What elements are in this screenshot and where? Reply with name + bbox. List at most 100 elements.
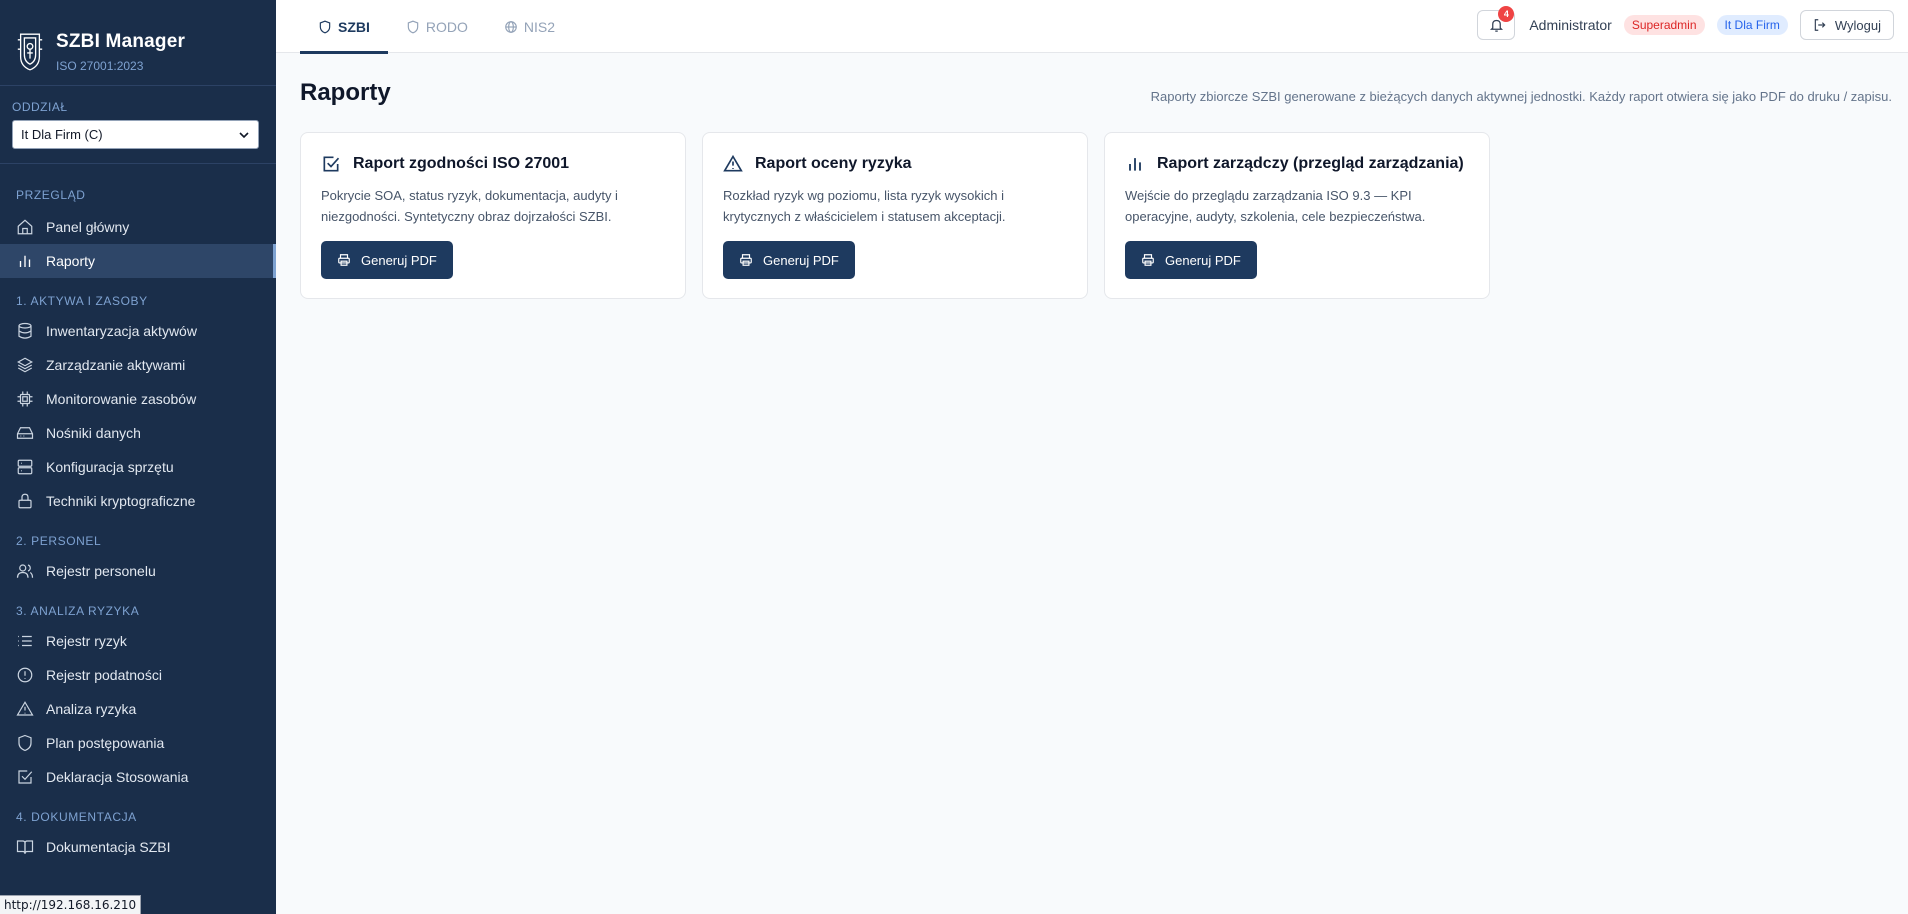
report-card-management: Raport zarządczy (przegląd zarządzania) … [1104,132,1490,299]
sidebar-item-label: Raporty [46,253,96,269]
tab-szbi[interactable]: SZBI [300,0,388,54]
sidebar-item-panel[interactable]: Panel główny [0,210,276,244]
page-title: Raporty [300,79,391,106]
sidebar-item-soa[interactable]: Deklaracja Stosowania [0,760,276,794]
card-description: Rozkład ryzyk wg poziomu, lista ryzyk wy… [723,188,1006,224]
layers-icon [16,356,34,374]
generate-pdf-button[interactable]: Generuj PDF [321,241,453,279]
brand-title: SZBI Manager [56,30,186,52]
button-label: Generuj PDF [1165,252,1241,268]
sidebar-item-label: Zarządzanie aktywami [46,357,186,373]
printer-icon [1142,254,1154,266]
crest-logo-icon [14,29,46,75]
sidebar-item-hardware[interactable]: Konfiguracja sprzętu [0,450,276,484]
page-description: Raporty zbiorcze SZBI generowane z bieżą… [1150,89,1892,104]
cpu-icon [16,390,34,408]
sidebar-item-label: Rejestr podatności [46,667,162,683]
branch-label: ODDZIAŁ [12,100,68,114]
bar-chart-icon [1129,158,1141,171]
sidebar-item-risk-analysis[interactable]: Analiza ryzyka [0,692,276,726]
logout-button[interactable]: Wyloguj [1799,10,1894,40]
notifications-button[interactable]: 4 [1477,6,1516,40]
status-bar-url: http://192.168.16.210 [0,895,142,914]
chevron-down-icon [239,131,249,138]
tab-label: NIS2 [523,18,556,35]
card-header: Raport zarządczy (przegląd zarządzania) [1125,153,1469,175]
sidebar-item-vulnerabilities[interactable]: Rejestr podatności [0,658,276,692]
report-card-compliance: Raport zgodności ISO 27001 Pokrycie SOA,… [300,132,686,299]
home-icon [16,218,34,236]
button-label: Generuj PDF [763,252,839,268]
notification-count-badge: 4 [1498,6,1515,22]
sidebar-item-treatment-plan[interactable]: Plan postępowania [0,726,276,760]
sidebar-item-label: Techniki kryptograficzne [46,493,196,509]
topbar: SZBI RODO NIS2 4 Administrator Superadmi… [276,0,1908,54]
sidebar-item-label: Konfiguracja sprzętu [46,459,174,475]
nav-section-title: 2. PERSONEL [16,534,102,548]
sidebar-item-inventory[interactable]: Inwentaryzacja aktywów [0,314,276,348]
book-open-icon [16,838,34,856]
alert-triangle-icon [16,700,34,718]
sidebar-item-label: Dokumentacja SZBI [46,839,171,855]
branch-select-value: It Dla Firm (C) [21,127,103,142]
main-content: Raporty Raporty zbiorcze SZBI generowane… [276,53,1908,914]
sidebar-item-label: Nośniki danych [46,425,141,441]
tab-rodo[interactable]: RODO [388,0,486,53]
sidebar-item-label: Analiza ryzyka [46,701,137,717]
brand[interactable]: SZBI Manager ISO 27001:2023 [0,0,276,86]
card-description: Wejście do przeglądu zarządzania ISO 9.3… [1125,188,1426,224]
sidebar-item-crypto[interactable]: Techniki kryptograficzne [0,484,276,518]
bar-chart-icon [16,252,34,270]
sidebar-nav: PRZEGLĄD Panel główny Raporty 1. AKTYWA … [0,164,276,864]
sidebar-item-personnel[interactable]: Rejestr personelu [0,554,276,588]
database-icon [16,322,34,340]
alert-triangle-icon [723,154,743,172]
sidebar-item-risk-register[interactable]: Rejestr ryzyk [0,624,276,658]
sidebar-item-label: Monitorowanie zasobów [46,391,197,407]
shield-icon [407,20,419,33]
list-icon [16,632,34,650]
sidebar-item-monitoring[interactable]: Monitorowanie zasobów [0,382,276,416]
sidebar-item-documentation[interactable]: Dokumentacja SZBI [0,830,276,864]
sidebar-item-label: Plan postępowania [46,735,165,751]
shield-icon [319,20,331,33]
generate-pdf-button[interactable]: Generuj PDF [1125,241,1257,279]
branch-selector: ODDZIAŁ It Dla Firm (C) [0,86,276,164]
org-badge: It Dla Firm [1716,15,1788,35]
users-icon [16,562,34,580]
alert-circle-icon [16,666,34,684]
sidebar-item-label: Inwentaryzacja aktywów [46,323,197,339]
card-title: Raport oceny ryzyka [755,155,912,172]
server-icon [16,458,34,476]
card-header: Raport oceny ryzyka [723,153,1067,175]
sidebar-item-label: Deklaracja Stosowania [46,769,189,785]
nav-section-title: 1. AKTYWA I ZASOBY [16,294,148,308]
generate-pdf-button[interactable]: Generuj PDF [723,241,855,279]
printer-icon [338,254,350,266]
user-area: 4 Administrator Superadmin It Dla Firm W… [1477,6,1894,40]
button-label: Generuj PDF [361,252,437,268]
tab-label: SZBI [338,18,370,35]
printer-icon [740,254,752,266]
card-title: Raport zarządczy (przegląd zarządzania) [1157,155,1464,172]
sidebar-item-asset-management[interactable]: Zarządzanie aktywami [0,348,276,382]
nav-section-title: PRZEGLĄD [16,188,86,202]
tab-nis2[interactable]: NIS2 [486,0,573,53]
sidebar: SZBI Manager ISO 27001:2023 ODDZIAŁ It D… [0,0,276,914]
report-cards: Raport zgodności ISO 27001 Pokrycie SOA,… [300,132,1506,299]
sidebar-item-label: Panel główny [46,219,130,235]
log-out-icon [1814,19,1826,31]
hard-drive-icon [16,424,34,442]
card-header: Raport zgodności ISO 27001 [321,153,665,175]
sidebar-item-media[interactable]: Nośniki danych [0,416,276,450]
card-title: Raport zgodności ISO 27001 [353,155,570,172]
module-tabs: SZBI RODO NIS2 [300,0,573,54]
user-name: Administrator [1529,17,1612,33]
brand-subtitle: ISO 27001:2023 [56,58,144,73]
nav-section-title: 3. ANALIZA RYZYKA [16,604,140,618]
branch-select[interactable]: It Dla Firm (C) [12,120,259,149]
sidebar-item-raporty[interactable]: Raporty [0,244,276,278]
lock-icon [16,492,34,510]
role-badge: Superadmin [1623,15,1705,35]
card-description: Pokrycie SOA, status ryzyk, dokumentacja… [321,188,618,224]
